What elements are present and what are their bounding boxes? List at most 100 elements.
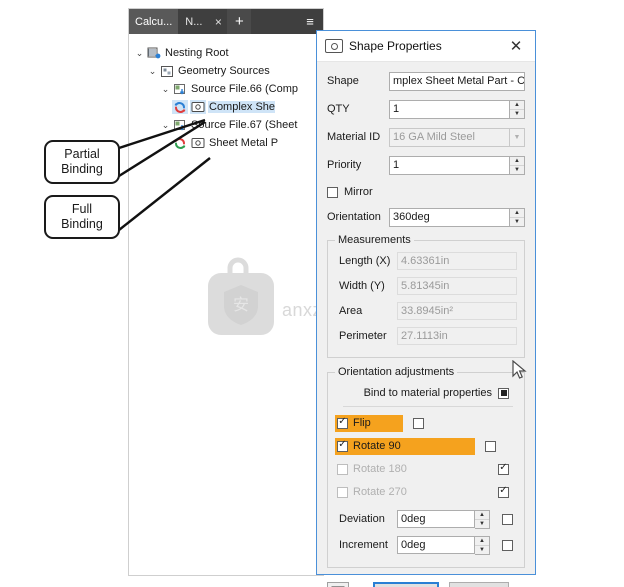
tree-item-label: Complex She <box>208 101 276 113</box>
orientation-adjustments-legend: Orientation adjustments <box>338 366 455 378</box>
qty-label: QTY <box>327 103 350 115</box>
tree-item-label: Nesting Root <box>165 47 229 59</box>
flip-toggle[interactable]: ✓ Flip <box>335 414 403 432</box>
increment-checkbox[interactable] <box>502 539 513 551</box>
measurement-row: Width (Y) 5.81345in <box>335 275 517 296</box>
deviation-checkbox[interactable] <box>502 513 513 525</box>
orientation-adjustments-group: Orientation adjustments Bind to material… <box>327 366 525 568</box>
increment-label: Increment <box>339 539 388 551</box>
tree-body: ⌄ Nesting Root ⌄ Geometry Sources ⌄ Sour… <box>129 34 323 575</box>
width-y-label: Width (Y) <box>339 279 385 292</box>
field-qty: QTY 1 ▲ ▼ <box>327 98 525 120</box>
priority-stepper[interactable]: ▲ ▼ <box>510 155 525 175</box>
tab-calculations[interactable]: Calcu... <box>129 9 180 34</box>
increment-input[interactable]: 0deg <box>397 536 475 554</box>
measurement-row: Area 33.8945in² <box>335 300 517 321</box>
shape-input[interactable]: mplex Sheet Metal Part - Copy <box>389 71 525 91</box>
width-y-value: 5.81345in <box>397 276 517 295</box>
mirror-checkbox[interactable] <box>327 186 338 198</box>
flip-checkbox[interactable]: ✓ <box>337 417 348 429</box>
length-x-value: 4.63361in <box>397 251 517 270</box>
increment-stepper[interactable]: ▲ ▼ <box>475 535 490 555</box>
perimeter-label: Perimeter <box>339 329 387 342</box>
cancel-button[interactable]: Cancel <box>449 582 509 587</box>
field-mirror[interactable]: Mirror <box>327 182 525 202</box>
deviation-input[interactable]: 0deg <box>397 510 475 528</box>
material-id-label: Material ID <box>327 131 381 143</box>
orientation-label: Orientation <box>327 211 381 223</box>
rotate-180-toggle: Rotate 180 <box>335 461 488 478</box>
add-tab-icon[interactable]: + <box>227 9 252 34</box>
rotate-90-label: Rotate 90 <box>353 440 401 452</box>
full-binding-icon <box>172 136 188 150</box>
tree-item-label: Geometry Sources <box>178 65 270 77</box>
ok-button[interactable]: OK <box>373 582 439 587</box>
tab-nesting[interactable]: N... <box>179 9 210 34</box>
dialog-title-bar[interactable]: Shape Properties ✕ <box>317 31 535 62</box>
rotate-270-label: Rotate 270 <box>353 486 407 498</box>
increment-row: Increment 0deg ▲ ▼ <box>335 534 517 556</box>
length-x-label: Length (X) <box>339 254 391 267</box>
bind-to-material-properties-checkbox[interactable] <box>498 387 509 399</box>
material-id-select[interactable]: 16 GA Mild Steel <box>389 127 510 147</box>
rotate-90-toggle[interactable]: ✓ Rotate 90 <box>335 437 475 455</box>
rotate-180-checkbox <box>337 463 348 475</box>
measurement-row: Perimeter 27.1113in <box>335 325 517 346</box>
rotate-90-checkbox[interactable]: ✓ <box>337 440 348 452</box>
close-tab-icon[interactable]: × <box>209 9 227 34</box>
rotate-90-right-checkbox[interactable] <box>485 440 496 452</box>
qty-input[interactable]: 1 <box>389 99 510 119</box>
partial-binding-icon <box>172 100 188 114</box>
field-orientation: Orientation 360deg ▲ ▼ <box>327 206 525 228</box>
tree-item-source-file-66[interactable]: ⌄ Source File.66 (Comp <box>129 80 323 98</box>
tab-calculations-label: Calcu... <box>135 15 173 28</box>
tree-item-nesting-root[interactable]: ⌄ Nesting Root <box>129 44 323 62</box>
orientation-row-rotate-270: Rotate 270 ✓ <box>335 482 517 502</box>
flip-label: Flip <box>353 417 371 429</box>
rotate-270-toggle: Rotate 270 <box>335 484 488 501</box>
bind-to-material-properties-row[interactable]: Bind to material properties <box>335 382 517 404</box>
callout-partial-line2: Binding <box>61 162 103 176</box>
shape-properties-dialog: Shape Properties ✕ Shape mplex Sheet Met… <box>316 30 536 587</box>
tree-item-label: Source File.66 (Comp <box>191 83 298 95</box>
tree-item-sheet-metal-part[interactable]: Sheet Metal P <box>129 134 323 152</box>
tree-item-complex-sheet-metal-part[interactable]: Complex She <box>129 98 323 116</box>
deviation-label: Deviation <box>339 513 385 525</box>
help-button[interactable]: ? <box>327 582 349 587</box>
tree-item-source-file-67[interactable]: ⌄ Source File.67 (Sheet <box>129 116 323 134</box>
flip-right-checkbox[interactable] <box>413 417 424 429</box>
rotate-180-label: Rotate 180 <box>353 463 407 475</box>
chevron-down-icon[interactable]: ⌄ <box>159 120 172 131</box>
tab-strip: Calcu... N... × + ≡ <box>129 9 323 34</box>
source-file-icon <box>172 82 188 96</box>
source-file-icon <box>172 118 188 132</box>
field-priority: Priority 1 ▲ ▼ <box>327 154 525 176</box>
shape-node-icon <box>190 136 206 150</box>
bind-to-material-properties-label: Bind to material properties <box>363 387 492 399</box>
nesting-root-icon <box>146 46 162 60</box>
chevron-down-icon[interactable]: ⌄ <box>146 66 159 77</box>
callout-full-binding: Full Binding <box>44 195 120 239</box>
callout-partial-binding: Partial Binding <box>44 140 120 184</box>
chevron-down-icon[interactable]: ⌄ <box>159 84 172 95</box>
dialog-body: Shape mplex Sheet Metal Part - Copy QTY … <box>317 62 535 568</box>
tree-item-geometry-sources[interactable]: ⌄ Geometry Sources <box>129 62 323 80</box>
area-label: Area <box>339 304 363 317</box>
rotate-270-right-checkbox[interactable]: ✓ <box>498 486 509 498</box>
dialog-title: Shape Properties <box>349 39 442 53</box>
deviation-stepper[interactable]: ▲ ▼ <box>475 509 490 529</box>
orientation-input[interactable]: 360deg <box>389 207 510 227</box>
qty-stepper[interactable]: ▲ ▼ <box>510 99 525 119</box>
chevron-down-icon[interactable]: ⌄ <box>133 48 146 59</box>
close-icon[interactable]: ✕ <box>503 33 529 59</box>
chevron-down-icon[interactable]: ▼ <box>510 127 525 147</box>
priority-label: Priority <box>327 159 362 171</box>
rotate-180-right-checkbox[interactable]: ✓ <box>498 463 509 475</box>
tree-item-label: Source File.67 (Sheet <box>191 119 298 131</box>
shape-icon <box>325 39 343 53</box>
priority-input[interactable]: 1 <box>389 155 510 175</box>
orientation-stepper[interactable]: ▲ ▼ <box>510 207 525 227</box>
orientation-row-flip: ✓ Flip <box>335 413 517 433</box>
area-value: 33.8945in² <box>397 301 517 320</box>
callout-full-line1: Full <box>71 202 93 216</box>
